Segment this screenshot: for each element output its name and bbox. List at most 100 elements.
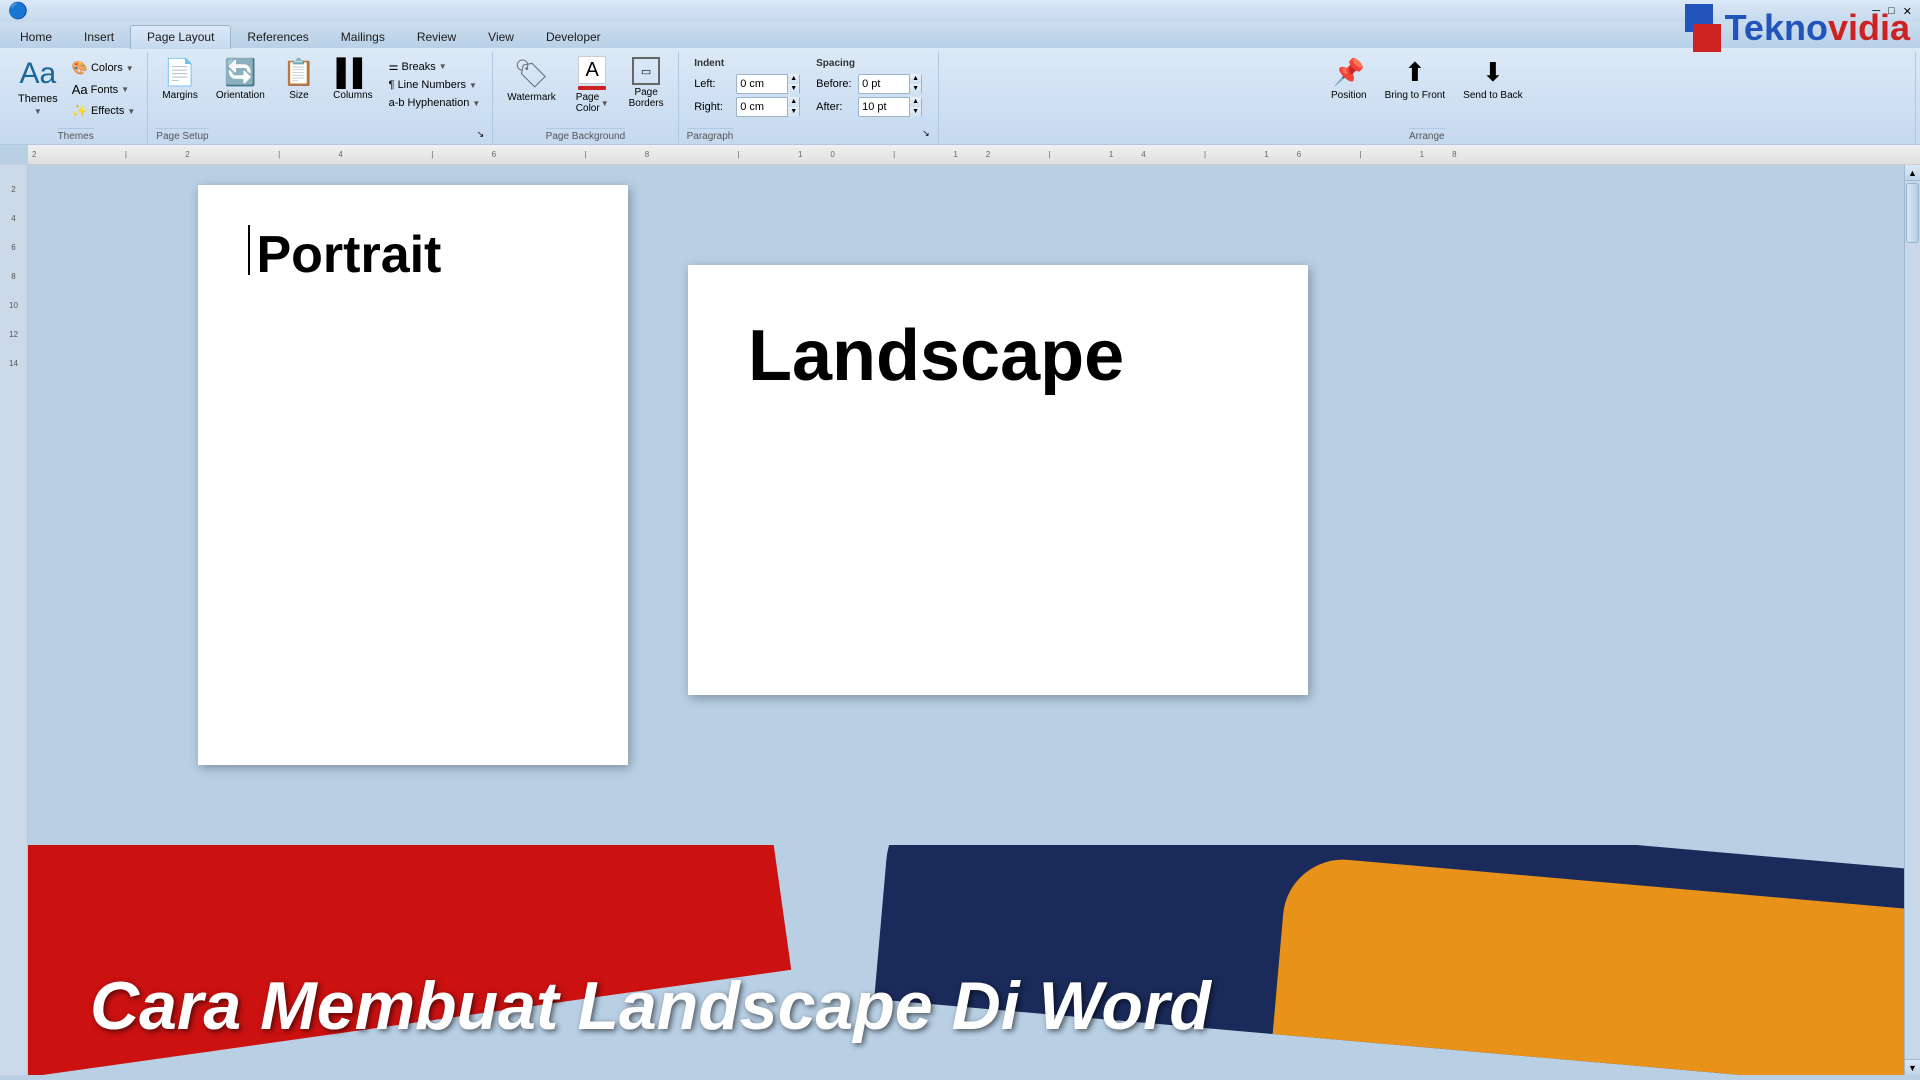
bring-to-front-label: Bring to Front (1385, 90, 1446, 101)
landscape-text: Landscape (748, 316, 1124, 396)
landscape-document[interactable]: Landscape (688, 265, 1308, 695)
tab-home[interactable]: Home (4, 26, 68, 48)
indent-left-down[interactable]: ▼ (788, 84, 799, 94)
ribbon-content: Aa Themes ▼ 🎨 Colors ▼ Aa Fonts ▼ ✨ Effe… (0, 48, 1920, 144)
line-numbers-arrow: ▼ (469, 81, 477, 90)
page-background-group: 🏷 Watermark A Page Color ▼ ▭ Page Border… (493, 52, 678, 144)
columns-button[interactable]: ▌▌ Columns (327, 54, 378, 104)
line-numbers-label: Line Numbers (398, 79, 466, 91)
fonts-label: Fonts (91, 84, 119, 96)
paragraph-group-label: Paragraph (687, 128, 734, 142)
spacing-before-up[interactable]: ▲ (910, 74, 921, 84)
vruler-10: 10 (9, 301, 18, 310)
orientation-icon: 🔄 (224, 57, 256, 88)
margins-button[interactable]: 📄 Margins (156, 54, 204, 104)
watermark-icon: 🏷 (514, 57, 550, 90)
bottom-banner: Cara Membuat Landscape Di Word (28, 845, 1904, 1075)
size-button[interactable]: 📋 Size (277, 54, 321, 104)
spacing-after-arrows: ▲ ▼ (909, 97, 921, 117)
orientation-button[interactable]: 🔄 Orientation (210, 54, 271, 104)
page-borders-button[interactable]: ▭ Page Borders (623, 54, 670, 112)
orientation-label: Orientation (216, 90, 265, 101)
themes-dropdown-arrow: ▼ (34, 107, 42, 116)
arrange-group: 📌 Position ⬆ Bring to Front ⬇ Send to Ba… (939, 52, 1916, 144)
columns-icon: ▌▌ (336, 57, 369, 88)
title-bar: 🔵 ─ □ ✕ (0, 0, 1920, 22)
watermark-button[interactable]: 🏷 Watermark (501, 54, 562, 106)
vruler-8: 8 (11, 272, 15, 281)
themes-icon: Aa (20, 57, 57, 91)
columns-label: Columns (333, 90, 372, 101)
indent-left-input[interactable]: ▲ ▼ (736, 74, 800, 94)
arrange-group-label: Arrange (1409, 128, 1445, 142)
page-setup-small-btns: ⚌ Breaks ▼ ¶ Line Numbers ▼ a-b Hyphenat… (385, 58, 485, 111)
vruler-12: 12 (9, 330, 18, 339)
bring-to-front-button[interactable]: ⬆ Bring to Front (1379, 54, 1452, 104)
tab-developer[interactable]: Developer (530, 26, 617, 48)
page-setup-group-label: Page Setup (156, 128, 208, 142)
logo-container: Teknovidia (1685, 4, 1910, 52)
hyphenation-button[interactable]: a-b Hyphenation ▼ (385, 95, 485, 111)
colors-label: Colors (91, 62, 123, 74)
themes-label: Themes (18, 93, 58, 105)
themes-button[interactable]: Aa Themes ▼ (12, 54, 64, 119)
paragraph-group: Indent Left: ▲ ▼ Right: (679, 52, 939, 144)
send-to-back-button[interactable]: ⬇ Send to Back (1457, 54, 1528, 104)
line-numbers-button[interactable]: ¶ Line Numbers ▼ (385, 77, 485, 93)
tab-view[interactable]: View (472, 26, 530, 48)
indent-left-arrows: ▲ ▼ (787, 74, 799, 94)
spacing-before-row: Before: ▲ ▼ (816, 74, 922, 94)
indent-left-value[interactable] (737, 78, 787, 90)
page-setup-dialog-btn[interactable]: ↘ (477, 129, 485, 140)
indent-right-up[interactable]: ▲ (788, 97, 799, 107)
fonts-button[interactable]: Aa Fonts ▼ (68, 80, 140, 99)
spacing-after-value[interactable] (859, 101, 909, 113)
bring-to-front-icon: ⬆ (1404, 57, 1426, 88)
page-color-label: Page Color (576, 92, 600, 114)
spacing-before-arrows: ▲ ▼ (909, 74, 921, 94)
effects-arrow: ▼ (127, 107, 135, 116)
spacing-before-input[interactable]: ▲ ▼ (858, 74, 922, 94)
scrollbar-track (1905, 181, 1920, 1059)
spacing-before-value[interactable] (859, 78, 909, 90)
tab-page-layout[interactable]: Page Layout (130, 25, 231, 49)
tab-mailings[interactable]: Mailings (325, 26, 401, 48)
indent-right-row: Right: ▲ ▼ (694, 97, 800, 117)
tab-insert[interactable]: Insert (68, 26, 130, 48)
page-color-icon: A (578, 56, 606, 84)
spacing-before-down[interactable]: ▼ (910, 84, 921, 94)
spacing-section: Spacing Before: ▲ ▼ After: (816, 58, 922, 117)
page-color-button[interactable]: A Page Color ▼ (570, 54, 615, 116)
effects-button[interactable]: ✨ Effects ▼ (68, 101, 140, 121)
tab-references[interactable]: References (231, 26, 324, 48)
spacing-after-input[interactable]: ▲ ▼ (858, 97, 922, 117)
spacing-after-label: After: (816, 101, 854, 113)
spacing-before-label: Before: (816, 78, 854, 90)
fonts-icon: Aa (72, 82, 88, 97)
breaks-button[interactable]: ⚌ Breaks ▼ (385, 58, 485, 75)
tab-review[interactable]: Review (401, 26, 472, 48)
scrollbar-vertical[interactable]: ▲ ▼ (1904, 165, 1920, 1075)
size-label: Size (289, 90, 308, 101)
scrollbar-down-btn[interactable]: ▼ (1905, 1059, 1920, 1075)
hyphenation-label: Hyphenation (408, 97, 470, 109)
scrollbar-up-btn[interactable]: ▲ (1905, 165, 1920, 181)
breaks-label: Breaks (402, 61, 436, 73)
fonts-arrow: ▼ (121, 85, 129, 94)
themes-group-label: Themes (58, 128, 94, 142)
page-setup-group: 📄 Margins 🔄 Orientation 📋 Size ▌▌ Column… (148, 52, 493, 144)
spacing-after-down[interactable]: ▼ (910, 107, 921, 117)
indent-left-up[interactable]: ▲ (788, 74, 799, 84)
colors-button[interactable]: 🎨 Colors ▼ (68, 58, 140, 78)
paragraph-dialog-btn[interactable]: ↘ (922, 128, 930, 140)
portrait-document[interactable]: Portrait (198, 185, 628, 765)
position-button[interactable]: 📌 Position (1325, 54, 1373, 104)
indent-right-input[interactable]: ▲ ▼ (736, 97, 800, 117)
breaks-arrow: ▼ (439, 62, 447, 71)
indent-right-value[interactable] (737, 101, 787, 113)
indent-right-down[interactable]: ▼ (788, 107, 799, 117)
ruler-corner (0, 145, 28, 165)
scrollbar-thumb[interactable] (1906, 183, 1919, 243)
send-to-back-label: Send to Back (1463, 90, 1522, 101)
spacing-after-up[interactable]: ▲ (910, 97, 921, 107)
